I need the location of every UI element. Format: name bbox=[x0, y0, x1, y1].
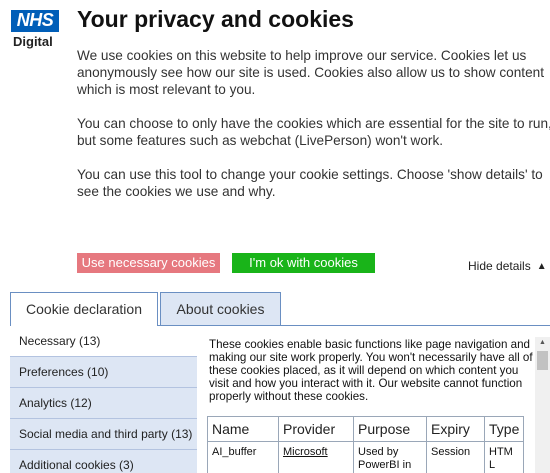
cookie-table: Name Provider Purpose Expiry Type AI_buf… bbox=[207, 416, 525, 473]
settings-paragraph: You can use this tool to change your coo… bbox=[77, 167, 543, 199]
table-scrollbar[interactable]: ▲ bbox=[535, 337, 550, 473]
chevron-up-icon: ▲ bbox=[536, 261, 547, 272]
column-header-expiry: Expiry bbox=[426, 416, 485, 442]
cookie-name: AI_buffer bbox=[207, 441, 279, 473]
page-title: Your privacy and cookies bbox=[77, 6, 354, 32]
provider-link[interactable]: Microsoft bbox=[283, 446, 328, 458]
hide-details-label: Hide details bbox=[468, 259, 531, 273]
hide-details-toggle[interactable]: Hide details ▲ bbox=[468, 259, 547, 273]
tab-about-cookies[interactable]: About cookies bbox=[160, 292, 281, 325]
use-necessary-cookies-button[interactable]: Use necessary cookies bbox=[77, 253, 220, 273]
scrollbar-thumb[interactable] bbox=[537, 351, 548, 370]
essential-paragraph: You can choose to only have the cookies … bbox=[77, 116, 550, 148]
intro-paragraph: We use cookies on this website to help i… bbox=[77, 48, 544, 97]
table-row: AI_buffer Microsoft Used by PowerBI in S… bbox=[207, 441, 525, 473]
logo-subtext: Digital bbox=[13, 34, 53, 49]
cookie-expiry: Session bbox=[426, 441, 485, 473]
nhs-digital-logo: NHS Digital bbox=[11, 10, 63, 49]
category-description: These cookies enable basic functions lik… bbox=[209, 338, 533, 403]
column-header-provider: Provider bbox=[278, 416, 354, 442]
category-necessary[interactable]: Necessary (13) bbox=[10, 326, 197, 357]
category-social-media[interactable]: Social media and third party (13) bbox=[10, 419, 197, 450]
category-analytics[interactable]: Analytics (12) bbox=[10, 388, 197, 419]
column-header-name: Name bbox=[207, 416, 279, 442]
category-preferences[interactable]: Preferences (10) bbox=[10, 357, 197, 388]
cookie-purpose: Used by PowerBI in bbox=[353, 441, 427, 473]
accept-cookies-button[interactable]: I'm ok with cookies bbox=[232, 253, 375, 273]
category-additional[interactable]: Additional cookies (3) bbox=[10, 450, 197, 473]
cookie-type: HTM L bbox=[483, 441, 525, 473]
logo-text: NHS bbox=[11, 10, 59, 32]
column-header-type: Type bbox=[483, 416, 525, 442]
category-list: Necessary (13) Preferences (10) Analytic… bbox=[10, 326, 197, 473]
tab-cookie-declaration[interactable]: Cookie declaration bbox=[10, 292, 158, 326]
scroll-up-arrow-icon[interactable]: ▲ bbox=[535, 337, 550, 348]
column-header-purpose: Purpose bbox=[353, 416, 427, 442]
